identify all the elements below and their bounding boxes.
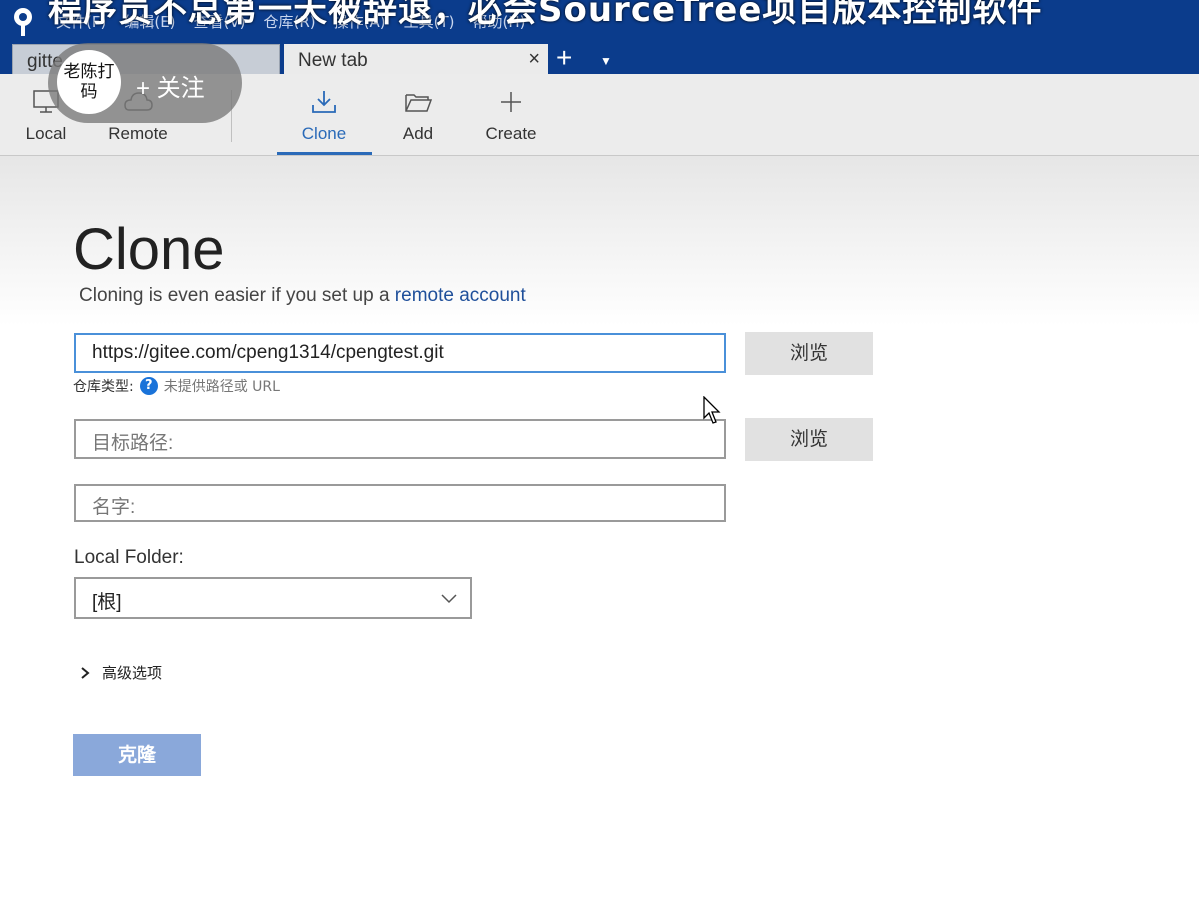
local-folder-select[interactable]: [根] — [74, 577, 472, 619]
close-icon[interactable]: × — [528, 48, 540, 71]
mouse-cursor-icon — [703, 396, 721, 424]
local-folder-label: Local Folder: — [74, 547, 184, 568]
tab-dropdown-icon[interactable]: ▼ — [600, 54, 612, 68]
subtitle-text: Cloning is even easier if you set up a — [79, 285, 395, 306]
advanced-options-label: 高级选项 — [102, 664, 163, 682]
clone-tool-button[interactable]: Clone — [278, 88, 370, 144]
clone-page: Clone Cloning is even easier if you set … — [0, 156, 1199, 918]
repo-type-label: 仓库类型: — [73, 379, 134, 395]
plus-icon — [501, 92, 521, 112]
add-tool-button[interactable]: Add — [372, 88, 464, 144]
browse-destination-button[interactable]: 浏览 — [745, 418, 873, 461]
follow-button[interactable]: + 关注 — [136, 68, 205, 103]
create-tool-label: Create — [485, 124, 537, 143]
repo-type-row: 仓库类型: ? 未提供路径或 URL — [73, 376, 280, 396]
avatar[interactable]: 老陈打码 — [57, 50, 121, 114]
create-tool-button[interactable]: Create — [465, 88, 557, 144]
folder-open-icon — [405, 94, 433, 112]
clone-subtitle: Cloning is even easier if you set up a r… — [79, 285, 526, 307]
chevron-down-icon — [441, 594, 457, 604]
title-bar: 文件(F) 编辑(E) 查看(V) 仓库(R) 操作(A) 工具(T) 帮助(H… — [0, 0, 1199, 42]
advanced-options-toggle[interactable]: 高级选项 — [80, 662, 162, 683]
sourcetree-logo-icon — [14, 8, 32, 36]
destination-path-input[interactable]: 目标路径: — [74, 419, 726, 459]
download-icon — [312, 91, 336, 113]
remote-account-link[interactable]: remote account — [395, 285, 526, 306]
repo-type-status: 未提供路径或 URL — [163, 379, 280, 395]
clone-button[interactable]: 克隆 — [73, 734, 201, 776]
name-input[interactable]: 名字: — [74, 484, 726, 522]
video-caption: 程序员不总第一天被辞退，必会SourceTree项目版本控制软件 — [48, 0, 1043, 30]
add-tab-icon[interactable]: + — [556, 44, 572, 72]
clone-tool-label: Clone — [301, 124, 347, 143]
local-label: Local — [25, 124, 67, 143]
selected-tool-indicator — [277, 152, 372, 155]
chevron-right-icon — [81, 666, 90, 679]
add-tool-label: Add — [402, 124, 434, 143]
help-icon[interactable]: ? — [139, 377, 158, 395]
browse-source-button[interactable]: 浏览 — [745, 332, 873, 375]
source-url-input[interactable]: https://gitee.com/cpeng1314/cpengtest.gi… — [74, 333, 726, 373]
tab-new-tab[interactable]: New tab × — [284, 44, 548, 76]
remote-label: Remote — [108, 124, 168, 143]
local-folder-value: [根] — [92, 592, 122, 613]
page-title: Clone — [73, 217, 225, 282]
tab-label: New tab — [298, 50, 368, 71]
